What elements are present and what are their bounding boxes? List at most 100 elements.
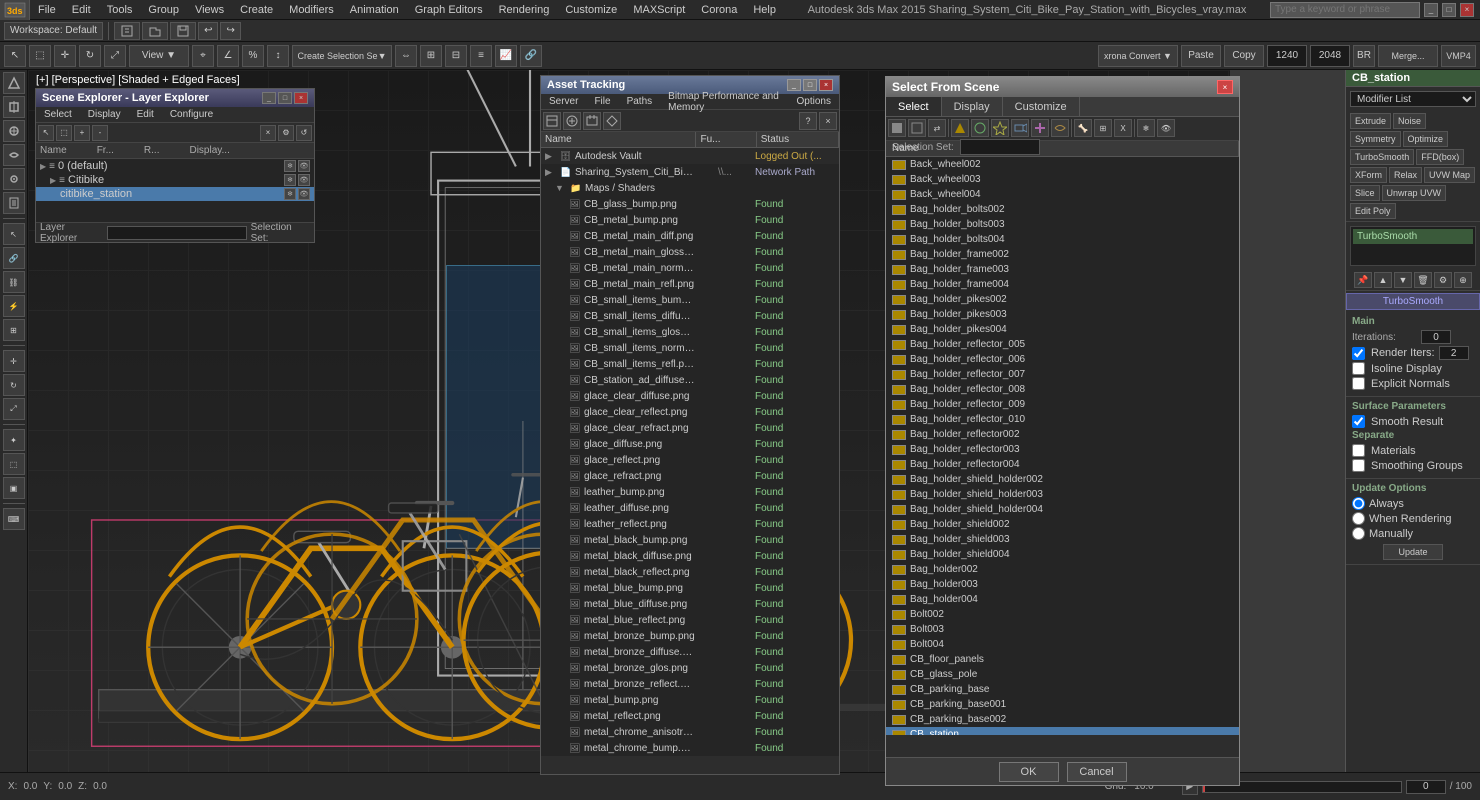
sfs-item-back-wheel003[interactable]: Back_wheel003 [886, 172, 1239, 187]
sfs-tb-lights[interactable] [991, 119, 1009, 137]
sfs-item-bag-holder-bolts004[interactable]: Bag_holder_bolts004 [886, 232, 1239, 247]
sfs-item-bag-holder-reflector-010[interactable]: Bag_holder_reflector_010 [886, 412, 1239, 427]
mod-btn-ffd[interactable]: FFD(box) [1416, 149, 1464, 165]
at-minimize[interactable]: _ [787, 79, 801, 91]
sfs-tab-display[interactable]: Display [942, 97, 1003, 116]
place-highlight[interactable]: ✦ [3, 429, 25, 451]
sfs-item-bag-holder-pikes003[interactable]: Bag_holder_pikes003 [886, 307, 1239, 322]
mod-btn-unwrap[interactable]: Unwrap UVW [1382, 185, 1447, 201]
workspace-dropdown[interactable]: Workspace: Default [4, 22, 103, 40]
at-file-item[interactable]: ▶ 📄 Sharing_System_Citi_Bike_Pay_St... \… [541, 164, 839, 180]
rotate-tool-lt[interactable]: ↻ [3, 374, 25, 396]
mod-nav-up[interactable]: ▲ [1374, 272, 1392, 288]
close-button[interactable]: × [1460, 3, 1474, 17]
sfs-item-back-wheel004[interactable]: Back_wheel004 [886, 187, 1239, 202]
sfs-tab-select[interactable]: Select [886, 97, 942, 116]
mod-smoothing-check[interactable] [1352, 459, 1365, 472]
keyboard-shortcut-override[interactable]: ⌨ [3, 508, 25, 530]
sfs-tb-bones[interactable]: 🦴 [1074, 119, 1092, 137]
sfs-item-bag-holder-reflector-009[interactable]: Bag_holder_reflector_009 [886, 397, 1239, 412]
menu-create[interactable]: Create [232, 0, 281, 19]
frame-number-input[interactable] [1406, 780, 1446, 794]
sfs-item-cb-parking-base[interactable]: CB_parking_base [886, 682, 1239, 697]
sfs-tb-none[interactable] [908, 119, 926, 137]
sfs-item-cb-floor-panels[interactable]: CB_floor_panels [886, 652, 1239, 667]
sfs-item-bag-holder002[interactable]: Bag_holder002 [886, 562, 1239, 577]
mod-isoline-check[interactable] [1352, 362, 1365, 375]
sfs-item-bag-holder-shield002[interactable]: Bag_holder_shield002 [886, 517, 1239, 532]
open-btn[interactable] [142, 22, 168, 40]
named-selection[interactable]: Create Selection Se▼ [292, 45, 392, 67]
sfs-item-bag-holder-frame004[interactable]: Bag_holder_frame004 [886, 277, 1239, 292]
curve-editor[interactable]: 📈 [495, 45, 517, 67]
scale-tool[interactable]: ⤢ [104, 45, 126, 67]
se-tb-btn2[interactable]: ⬚ [56, 125, 72, 141]
create-panel-tab[interactable] [3, 72, 25, 94]
se-tb-close[interactable]: × [260, 125, 276, 141]
sfs-item-bag-holder-shield004[interactable]: Bag_holder_shield004 [886, 547, 1239, 562]
schematic-view[interactable]: 🔗 [520, 45, 542, 67]
menu-help[interactable]: Help [745, 0, 784, 19]
sfs-item-bag-holder-pikes002[interactable]: Bag_holder_pikes002 [886, 292, 1239, 307]
mod-render-input[interactable] [1439, 346, 1469, 360]
select-filter-btn[interactable]: ⊞ [3, 319, 25, 341]
se-tb-refresh[interactable]: ↺ [296, 125, 312, 141]
mod-materials-check[interactable] [1352, 444, 1365, 457]
save-btn[interactable] [170, 22, 196, 40]
mod-btn-uvwmap[interactable]: UVW Map [1424, 167, 1475, 183]
new-btn[interactable] [114, 22, 140, 40]
at-menu-options[interactable]: Options [789, 94, 839, 109]
sfs-close-button[interactable]: × [1217, 80, 1233, 94]
align-tool[interactable]: ⊟ [445, 45, 467, 67]
se-item-citibike[interactable]: ▶ ≡ Citibike ❄ 👁 [36, 173, 314, 187]
at-file-glace_clear_refract-png[interactable]: 🖼 glace_clear_refract.png Found [541, 420, 839, 436]
asset-tracking-content[interactable]: ▶ 🗄 Autodesk Vault Logged Out (... ▶ 📄 S… [541, 148, 839, 756]
at-file-leather_diffuse-png[interactable]: 🖼 leather_diffuse.png Found [541, 500, 839, 516]
at-file-metal_bronze_glos-png[interactable]: 🖼 metal_bronze_glos.png Found [541, 660, 839, 676]
menu-group[interactable]: Group [140, 0, 187, 19]
at-file-glace_reflect-png[interactable]: 🖼 glace_reflect.png Found [541, 452, 839, 468]
scene-explorer-minimize[interactable]: _ [262, 92, 276, 104]
merge-btn[interactable]: Merge... [1378, 45, 1438, 67]
se-menu-configure[interactable]: Configure [162, 107, 221, 122]
sfs-item-bag-holder-shield-holder002[interactable]: Bag_holder_shield_holder002 [886, 472, 1239, 487]
select-tool[interactable]: ↖ [4, 45, 26, 67]
modifier-stack-area[interactable]: TurboSmooth [1350, 226, 1476, 266]
mod-nav-down[interactable]: ▼ [1394, 272, 1412, 288]
restore-button[interactable]: □ [1442, 3, 1456, 17]
redo-btn[interactable]: ↪ [220, 22, 240, 40]
se-tb-btn4[interactable]: - [92, 125, 108, 141]
sfs-item-bag-holder-bolts002[interactable]: Bag_holder_bolts002 [886, 202, 1239, 217]
se-check-snow3[interactable]: ❄ [284, 188, 296, 200]
sfs-item-cb-parking-base002[interactable]: CB_parking_base002 [886, 712, 1239, 727]
at-menu-bitmap[interactable]: Bitmap Performance and Memory [660, 94, 788, 109]
at-file-CB_small_items_normal-png[interactable]: 🖼 CB_small_items_normal.png Found [541, 340, 839, 356]
layer-mgr[interactable]: ≡ [470, 45, 492, 67]
select-obj-btn[interactable]: ↖ [3, 223, 25, 245]
at-file-metal_chrome_anisotropy-png[interactable]: 🖼 metal_chrome_anisotropy.png Found [541, 724, 839, 740]
se-check-snow[interactable]: ❄ [284, 160, 296, 172]
mod-nav-instance[interactable]: ⊕ [1454, 272, 1472, 288]
se-tb-btn3[interactable]: + [74, 125, 90, 141]
at-file-leather_bump-png[interactable]: 🖼 leather_bump.png Found [541, 484, 839, 500]
display-panel-tab[interactable] [3, 168, 25, 190]
scale-tool-lt[interactable]: ⤢ [3, 398, 25, 420]
mod-iterations-input[interactable] [1421, 330, 1451, 344]
reference-coord[interactable]: View ▼ [129, 45, 189, 67]
menu-customize[interactable]: Customize [557, 0, 625, 19]
at-file-metal_blue_diffuse-png[interactable]: 🖼 metal_blue_diffuse.png Found [541, 596, 839, 612]
at-file-CB_small_items_refl-png[interactable]: 🖼 CB_small_items_refl.png Found [541, 356, 839, 372]
modifier-list-dropdown[interactable]: Modifier List [1350, 91, 1476, 107]
sfs-tb-geo[interactable] [951, 119, 969, 137]
rotate-tool[interactable]: ↻ [79, 45, 101, 67]
sfs-cancel-button[interactable]: Cancel [1067, 762, 1127, 782]
mod-btn-symmetry[interactable]: Symmetry [1350, 131, 1401, 147]
at-file-glace_clear_diffuse-png[interactable]: 🖼 glace_clear_diffuse.png Found [541, 388, 839, 404]
sfs-tb-shapes[interactable] [971, 119, 989, 137]
se-tb-settings[interactable]: ⚙ [278, 125, 294, 141]
hierarchy-panel-tab[interactable] [3, 120, 25, 142]
at-file-metal_black_reflect-png[interactable]: 🖼 metal_black_reflect.png Found [541, 564, 839, 580]
se-menu-edit[interactable]: Edit [129, 107, 162, 122]
sfs-item-bag-holder-frame002[interactable]: Bag_holder_frame002 [886, 247, 1239, 262]
mod-btn-extrude[interactable]: Extrude [1350, 113, 1391, 129]
